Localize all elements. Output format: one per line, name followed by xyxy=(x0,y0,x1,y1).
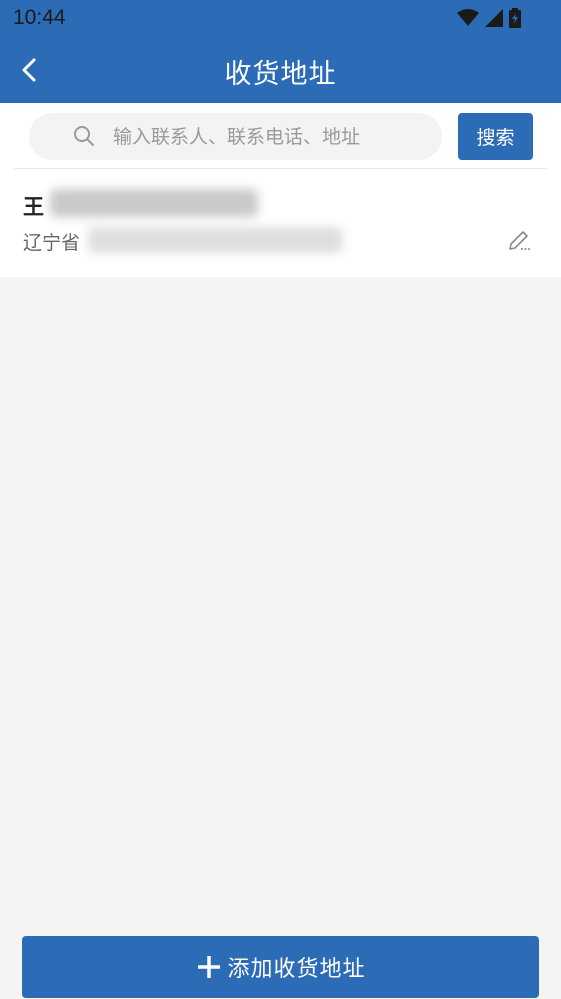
search-input[interactable] xyxy=(113,113,433,160)
redacted-contact-info xyxy=(50,189,258,217)
search-icon xyxy=(74,126,94,146)
contact-name: 王 xyxy=(23,195,44,219)
app-header: 10:44 收货地址 xyxy=(0,0,561,103)
edit-button[interactable] xyxy=(505,227,533,255)
nav-bar: 收货地址 xyxy=(0,38,561,103)
redacted-address xyxy=(88,227,343,253)
search-bar: 搜索 xyxy=(0,103,561,176)
address-text: 辽宁省 xyxy=(23,232,81,254)
status-icons xyxy=(457,7,521,29)
plus-icon xyxy=(198,956,221,978)
add-address-label: 添加收货地址 xyxy=(227,956,366,981)
edit-icon xyxy=(509,231,530,250)
wifi-icon xyxy=(457,9,479,26)
battery-icon xyxy=(509,8,521,28)
status-time: 10:44 xyxy=(13,6,66,29)
page-title: 收货地址 xyxy=(224,59,337,90)
search-button[interactable]: 搜索 xyxy=(458,113,533,160)
signal-icon xyxy=(485,9,503,27)
add-address-button[interactable]: 添加收货地址 xyxy=(22,936,539,998)
status-bar: 10:44 xyxy=(0,0,561,38)
search-box[interactable] xyxy=(29,113,442,160)
address-list-item[interactable]: 王 辽宁省 xyxy=(0,169,561,277)
